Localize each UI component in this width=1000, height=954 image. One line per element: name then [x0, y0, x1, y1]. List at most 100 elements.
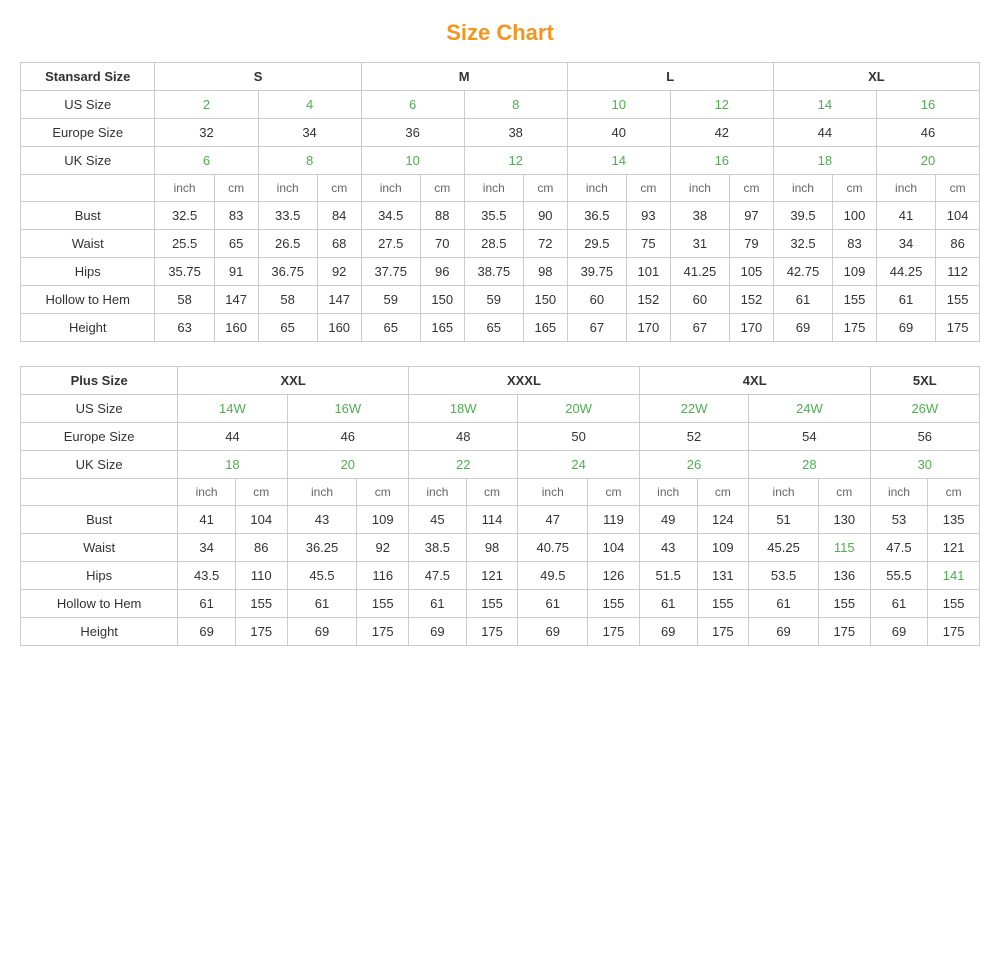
p2-unit-6: inch	[518, 479, 588, 506]
p2-unit-4: inch	[409, 479, 467, 506]
p2-unit-3: cm	[357, 479, 409, 506]
waist-7: 72	[523, 230, 567, 258]
us-size-2: 2	[155, 91, 258, 119]
hollow-9: 152	[626, 286, 670, 314]
p2-bust-11: 130	[818, 506, 870, 534]
p2-uk-18: 18	[178, 451, 287, 479]
height-0: 63	[155, 314, 214, 342]
p2-waist-0: 34	[178, 534, 236, 562]
p2-us-26w: 26W	[870, 395, 979, 423]
height-label: Height	[21, 314, 155, 342]
p2-uk-label: UK Size	[21, 451, 178, 479]
p2-unit-label	[21, 479, 178, 506]
4xl-header: 4XL	[639, 367, 870, 395]
p2-hips-10: 53.5	[749, 562, 819, 590]
p2-waist-1: 86	[235, 534, 287, 562]
hollow-4: 59	[361, 286, 420, 314]
height-3: 160	[317, 314, 361, 342]
p2-waist-2: 36.25	[287, 534, 357, 562]
p2-height-4: 69	[409, 618, 467, 646]
p2-eu-50: 50	[518, 423, 639, 451]
hips-7: 98	[523, 258, 567, 286]
p2-uk-26: 26	[639, 451, 748, 479]
hips-9: 101	[626, 258, 670, 286]
waist-15: 86	[936, 230, 980, 258]
height-4: 65	[361, 314, 420, 342]
p2-hips-9: 131	[697, 562, 749, 590]
unit-2: inch	[258, 175, 317, 202]
p2-bust-0: 41	[178, 506, 236, 534]
bust-13: 100	[833, 202, 877, 230]
p2-eu-54: 54	[749, 423, 870, 451]
standard-size-table: Stansard Size S M L XL US Size 2 4 6 8 1…	[20, 62, 980, 342]
p2-height-3: 175	[357, 618, 409, 646]
waist-1: 65	[214, 230, 258, 258]
p2-unit-8: inch	[639, 479, 697, 506]
eu-32: 32	[155, 119, 258, 147]
p2-eu-48: 48	[409, 423, 518, 451]
m-header: M	[361, 63, 567, 91]
unit-13: cm	[833, 175, 877, 202]
p2-unit-7: cm	[588, 479, 640, 506]
us-size-4: 4	[258, 91, 361, 119]
p2-hollow-5: 155	[466, 590, 518, 618]
p2-bust-7: 119	[588, 506, 640, 534]
p2-unit-11: cm	[818, 479, 870, 506]
unit-label	[21, 175, 155, 202]
p2-height-10: 69	[749, 618, 819, 646]
waist-3: 68	[317, 230, 361, 258]
p2-bust-12: 53	[870, 506, 928, 534]
p2-hollow-9: 155	[697, 590, 749, 618]
height-5: 165	[420, 314, 464, 342]
p2-hips-2: 45.5	[287, 562, 357, 590]
p2-unit-9: cm	[697, 479, 749, 506]
unit-10: inch	[670, 175, 729, 202]
p2-hollow-4: 61	[409, 590, 467, 618]
p2-us-18w: 18W	[409, 395, 518, 423]
p2-eu-46: 46	[287, 423, 408, 451]
p2-height-12: 69	[870, 618, 928, 646]
p2-uk-20: 20	[287, 451, 408, 479]
p2-eu-56: 56	[870, 423, 979, 451]
p2-hollow-13: 155	[928, 590, 980, 618]
p2-waist-7: 104	[588, 534, 640, 562]
p2-hips-4: 47.5	[409, 562, 467, 590]
p2-uk-30: 30	[870, 451, 979, 479]
p2-unit-1: cm	[235, 479, 287, 506]
unit-6: inch	[464, 175, 523, 202]
uk-8: 8	[258, 147, 361, 175]
unit-15: cm	[936, 175, 980, 202]
hollow-0: 58	[155, 286, 214, 314]
eu-38: 38	[464, 119, 567, 147]
p2-bust-4: 45	[409, 506, 467, 534]
eu-40: 40	[567, 119, 670, 147]
xxxl-header: XXXL	[409, 367, 640, 395]
p2-hollow-1: 155	[235, 590, 287, 618]
hips-14: 44.25	[876, 258, 935, 286]
hips-4: 37.75	[361, 258, 420, 286]
p2-height-2: 69	[287, 618, 357, 646]
hollow-10: 60	[670, 286, 729, 314]
bust-9: 93	[626, 202, 670, 230]
uk-12: 12	[464, 147, 567, 175]
p2-waist-5: 98	[466, 534, 518, 562]
waist-14: 34	[876, 230, 935, 258]
p2-height-5: 175	[466, 618, 518, 646]
p2-hollow-12: 61	[870, 590, 928, 618]
height-13: 175	[833, 314, 877, 342]
us-size-8: 8	[464, 91, 567, 119]
height-11: 170	[730, 314, 774, 342]
p2-waist-label: Waist	[21, 534, 178, 562]
p2-europe-label: Europe Size	[21, 423, 178, 451]
p2-height-label: Height	[21, 618, 178, 646]
hollow-14: 61	[876, 286, 935, 314]
waist-label: Waist	[21, 230, 155, 258]
hollow-15: 155	[936, 286, 980, 314]
hollow-3: 147	[317, 286, 361, 314]
bust-12: 39.5	[773, 202, 832, 230]
p2-hips-8: 51.5	[639, 562, 697, 590]
p2-bust-10: 51	[749, 506, 819, 534]
p2-us-16w: 16W	[287, 395, 408, 423]
p2-unit-0: inch	[178, 479, 236, 506]
p2-unit-5: cm	[466, 479, 518, 506]
